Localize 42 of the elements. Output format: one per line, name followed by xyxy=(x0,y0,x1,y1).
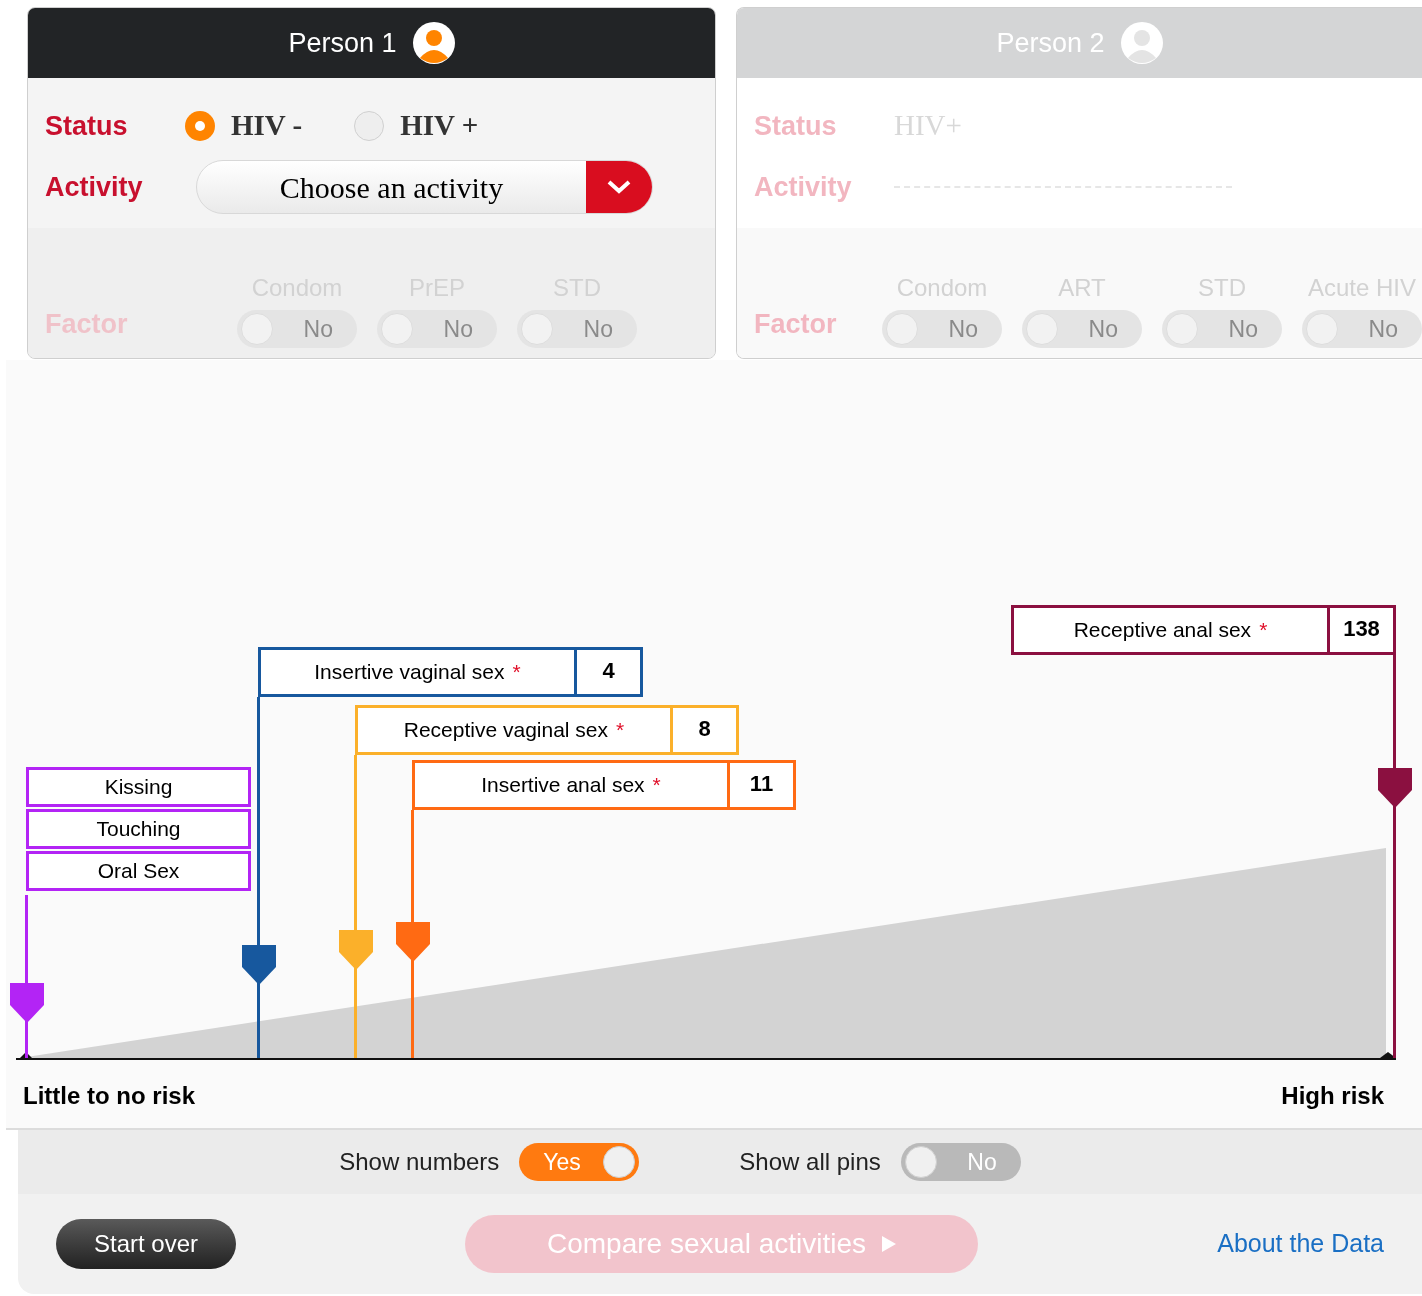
person-icon xyxy=(1120,22,1163,64)
pin-count: 138 xyxy=(1327,608,1393,652)
about-data-link[interactable]: About the Data xyxy=(1217,1225,1384,1263)
pin-label-box[interactable]: Receptive anal sex * 138 xyxy=(1011,605,1396,655)
activity-label: Activity xyxy=(754,170,853,204)
factor-label: Factor xyxy=(754,307,838,341)
person-title: Person 1 xyxy=(288,26,397,60)
pin-marker-icon[interactable] xyxy=(10,983,44,1023)
person-icon xyxy=(412,22,455,64)
radio-button[interactable] xyxy=(354,111,385,141)
high-risk-label: High risk xyxy=(1281,1081,1384,1111)
play-icon xyxy=(882,1236,896,1252)
pin-label-box[interactable]: Insertive vaginal sex * 4 xyxy=(258,647,643,697)
start-over-button[interactable]: Start over xyxy=(56,1219,236,1269)
toggle-label: Show all pins xyxy=(739,1147,881,1177)
pin-label: Receptive vaginal sex * xyxy=(402,717,626,744)
toggle-switch[interactable]: Yes xyxy=(519,1143,640,1181)
pin-label: Insertive anal sex * xyxy=(480,772,662,799)
radio-label: HIV + xyxy=(400,108,479,144)
pin-marker-icon[interactable] xyxy=(1378,768,1412,808)
activity-dropdown[interactable]: Choose an activity xyxy=(196,160,653,214)
pin-label[interactable]: Kissing xyxy=(26,767,251,807)
pin-label[interactable]: Oral Sex xyxy=(26,851,251,891)
low-risk-label: Little to no risk xyxy=(23,1081,195,1111)
pin-count: 8 xyxy=(670,708,736,752)
status-label: Status xyxy=(45,109,129,143)
pin-count: 11 xyxy=(727,763,793,807)
pin-marker-icon[interactable] xyxy=(396,922,430,962)
radio-label: HIV - xyxy=(231,108,303,144)
activity-label: Activity xyxy=(45,170,144,204)
radio-button[interactable] xyxy=(185,111,215,141)
pin-label-box[interactable]: Receptive vaginal sex * 8 xyxy=(355,705,739,755)
pin-label: Receptive anal sex * xyxy=(1072,617,1269,644)
status-label: Status xyxy=(754,109,838,143)
pin-label[interactable]: Touching xyxy=(26,809,251,849)
pin-label: Insertive vaginal sex * xyxy=(313,659,522,686)
pin-marker-icon[interactable] xyxy=(242,945,276,985)
chevron-down-icon xyxy=(606,179,632,195)
pin-marker-icon[interactable] xyxy=(339,930,373,970)
pin-count: 4 xyxy=(574,650,640,694)
pin-label-box[interactable]: Insertive anal sex * 11 xyxy=(412,760,796,810)
toggle-label: Show numbers xyxy=(339,1147,500,1177)
